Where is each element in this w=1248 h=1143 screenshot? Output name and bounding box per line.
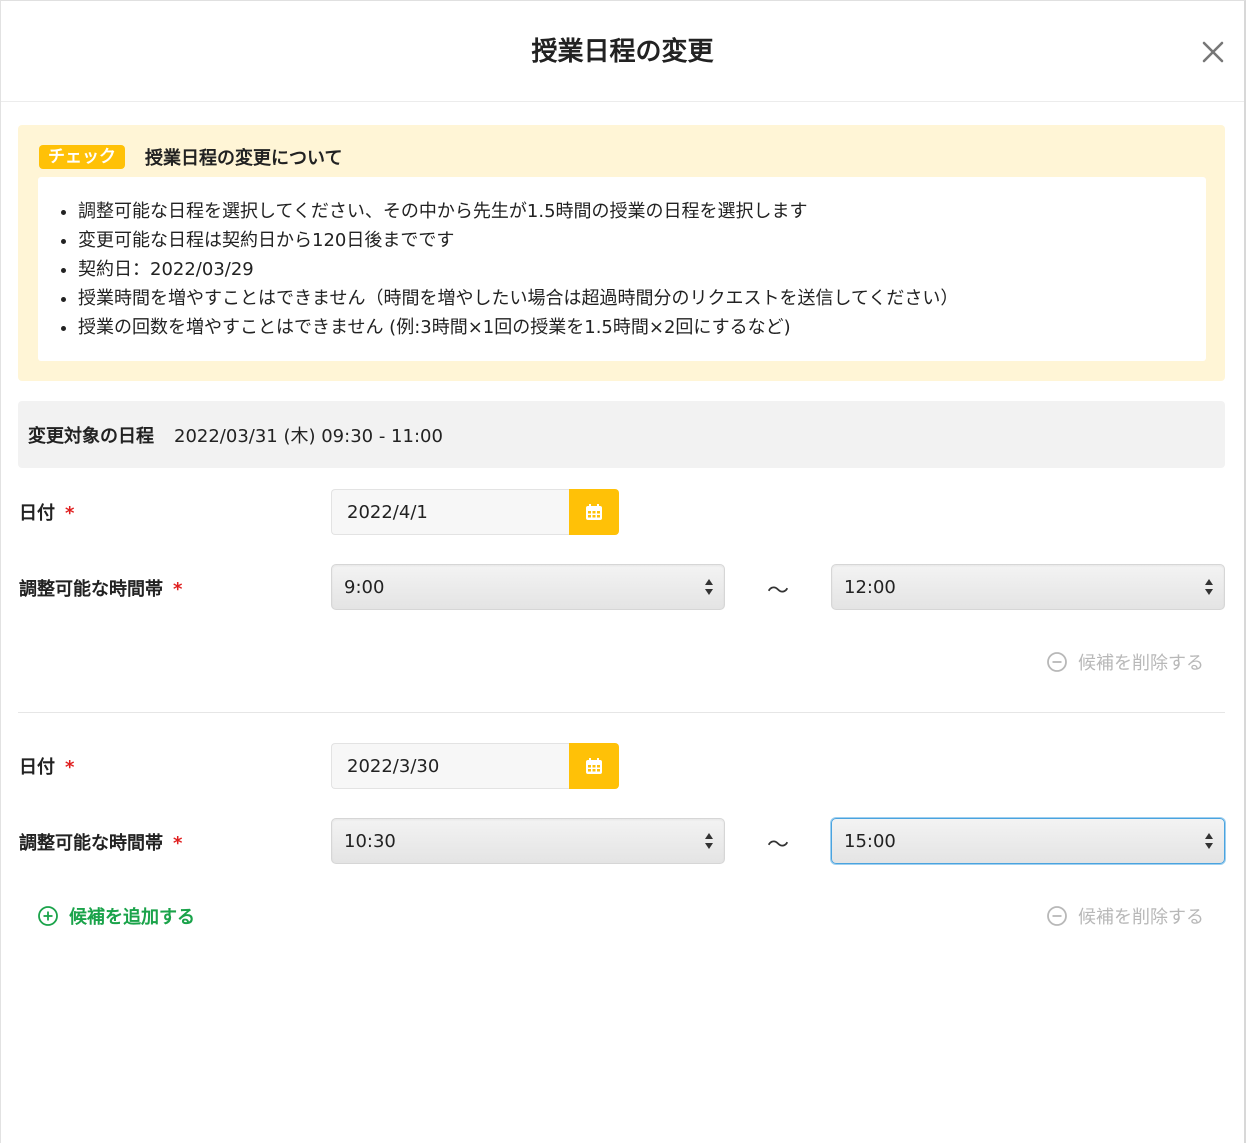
end-time-select[interactable]: 15:00 <box>831 818 1225 864</box>
time-separator: 〜 <box>766 833 789 858</box>
date-input[interactable] <box>331 489 569 535</box>
check-badge: チェック <box>39 145 125 169</box>
select-arrows-icon <box>1205 833 1213 849</box>
notice-box: チェック 授業日程の変更について 調整可能な日程を選択してください、その中から先… <box>18 125 1225 381</box>
date-picker <box>331 743 619 789</box>
modal-header: 授業日程の変更 <box>1 1 1244 102</box>
select-arrows-icon <box>705 579 713 595</box>
select-arrows-icon <box>705 833 713 849</box>
time-range-label: 調整可能な時間帯 * <box>19 575 182 601</box>
modal-title: 授業日程の変更 <box>531 37 714 67</box>
add-candidate-label: 候補を追加する <box>69 907 195 928</box>
notice-item: 契約日：2022/03/29 <box>78 255 1206 284</box>
divider <box>18 712 1225 713</box>
notice-item: 調整可能な日程を選択してください、その中から先生が1.5時間の授業の日程を選択し… <box>78 197 1206 226</box>
select-arrows-icon <box>1205 579 1213 595</box>
date-picker <box>331 489 619 535</box>
target-schedule-value: 2022/03/31 (木) 09:30 - 11:00 <box>174 425 443 447</box>
target-schedule-label: 変更対象の日程 <box>28 425 154 447</box>
minus-circle-icon <box>1047 652 1067 672</box>
end-time-select[interactable]: 12:00 <box>831 564 1225 610</box>
notice-item: 授業の回数を増やすことはできません (例:3時間×1回の授業を1.5時間×2回に… <box>78 313 1206 342</box>
time-separator: 〜 <box>766 579 789 604</box>
start-time-value: 9:00 <box>344 576 385 598</box>
notice-item: 変更可能な日程は契約日から120日後までです <box>78 226 1206 255</box>
time-range-label: 調整可能な時間帯 * <box>19 829 182 855</box>
notice-list: 調整可能な日程を選択してください、その中から先生が1.5時間の授業の日程を選択し… <box>38 177 1206 342</box>
calendar-icon[interactable] <box>569 743 619 789</box>
notice-header: チェック 授業日程の変更について <box>39 144 342 170</box>
required-mark: * <box>173 579 183 600</box>
add-candidate-button[interactable]: 候補を追加する <box>37 903 195 929</box>
remove-candidate-button[interactable]: 候補を削除する <box>1046 649 1204 675</box>
date-label-text: 日付 <box>19 757 55 778</box>
start-time-select[interactable]: 9:00 <box>331 564 725 610</box>
notice-item: 授業時間を増やすことはできません（時間を増やしたい場合は超過時間分のリクエストを… <box>78 284 1206 313</box>
required-mark: * <box>65 757 75 778</box>
remove-candidate-label: 候補を削除する <box>1078 907 1204 928</box>
time-range-label-text: 調整可能な時間帯 <box>19 833 163 854</box>
target-schedule-bar: 変更対象の日程 2022/03/31 (木) 09:30 - 11:00 <box>18 401 1225 468</box>
date-label: 日付 * <box>19 499 74 525</box>
end-time-value: 12:00 <box>844 576 896 598</box>
remove-candidate-label: 候補を削除する <box>1078 653 1204 674</box>
calendar-icon[interactable] <box>569 489 619 535</box>
date-label-text: 日付 <box>19 503 55 524</box>
date-input[interactable] <box>331 743 569 789</box>
start-time-value: 10:30 <box>344 830 396 852</box>
notice-title: 授業日程の変更について <box>145 148 343 169</box>
start-time-select[interactable]: 10:30 <box>331 818 725 864</box>
plus-circle-icon <box>38 906 58 926</box>
remove-candidate-button[interactable]: 候補を削除する <box>1046 903 1204 929</box>
notice-body: 調整可能な日程を選択してください、その中から先生が1.5時間の授業の日程を選択し… <box>38 177 1206 361</box>
end-time-value: 15:00 <box>844 830 896 852</box>
date-label: 日付 * <box>19 753 74 779</box>
reschedule-modal: 授業日程の変更 チェック 授業日程の変更について 調整可能な日程を選択してくださ… <box>0 0 1246 1143</box>
required-mark: * <box>65 503 75 524</box>
time-range-label-text: 調整可能な時間帯 <box>19 579 163 600</box>
minus-circle-icon <box>1047 906 1067 926</box>
required-mark: * <box>173 833 183 854</box>
close-icon[interactable] <box>1196 35 1230 69</box>
